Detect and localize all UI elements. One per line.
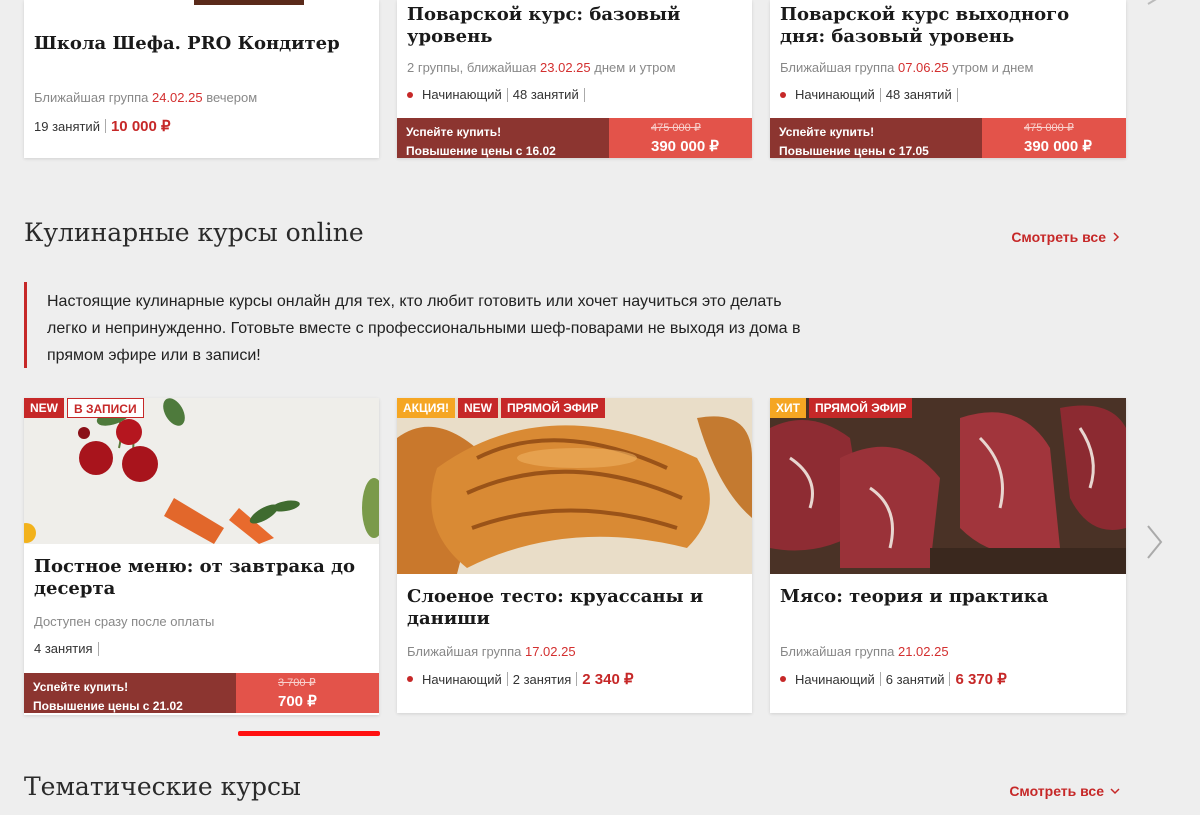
- card-details: Начинающий 2 занятия 2 340 ₽: [407, 670, 634, 688]
- card-title[interactable]: Поварской курс выходного дня: базовый ур…: [780, 4, 1116, 48]
- badge-new: NEW: [458, 398, 499, 418]
- card-availability: Доступен сразу после оплаты: [34, 614, 215, 629]
- card-next-group: 2 группы, ближайшая 23.02.25 днем и утро…: [407, 60, 676, 75]
- course-image-vegetables[interactable]: [24, 398, 379, 544]
- card-next-group: Ближайшая группа 17.02.25: [407, 644, 576, 659]
- course-image-meat[interactable]: [770, 398, 1126, 574]
- lessons-count: 6 занятий: [885, 671, 945, 687]
- section-title-thematic: Тематические курсы: [24, 772, 301, 801]
- price: 700 ₽: [278, 693, 317, 710]
- card-image-strip: [194, 0, 304, 5]
- level-dot-icon: [407, 91, 413, 98]
- old-price: 3 700 ₽: [278, 677, 316, 689]
- section-title-online: Кулинарные курсы online: [24, 218, 364, 247]
- promo-banner: Успейте купить! Повышение цены с 17.05 47…: [770, 118, 1126, 158]
- promo-banner: Успейте купить! Повышение цены с 16.02 47…: [397, 118, 752, 158]
- old-price: 475 000 ₽: [1024, 122, 1074, 134]
- level: Начинающий: [422, 671, 502, 687]
- lessons-count: 2 занятия: [512, 671, 572, 687]
- badge-sale: АКЦИЯ!: [397, 398, 456, 418]
- card-details: Начинающий 6 занятий 6 370 ₽: [780, 670, 1007, 688]
- promo-banner: Успейте купить! Повышение цены с 21.02 3 …: [24, 673, 379, 713]
- card-title[interactable]: Поварской курс: базовый уровень: [407, 4, 742, 48]
- carousel-next-icon[interactable]: [1146, 524, 1164, 565]
- see-all-thematic-link[interactable]: Смотреть все: [1009, 783, 1120, 799]
- level-dot-icon: [407, 676, 413, 682]
- level: Начинающий: [795, 671, 875, 687]
- section-intro: Настоящие кулинарные курсы онлайн для те…: [24, 282, 824, 368]
- course-card-povarskoy-base[interactable]: Поварской курс: базовый уровень 2 группы…: [397, 0, 752, 158]
- course-image-croissants[interactable]: [397, 398, 752, 574]
- price: 390 000 ₽: [651, 138, 719, 155]
- card-title[interactable]: Слоеное тесто: круассаны и даниши: [407, 586, 742, 630]
- badge-hit: ХИТ: [770, 398, 806, 418]
- lessons-count: 48 занятий: [512, 87, 579, 102]
- price: 390 000 ₽: [1024, 138, 1092, 155]
- card-details: 19 занятий 10 000 ₽: [34, 117, 171, 135]
- card-details: 4 занятия: [34, 641, 104, 656]
- card-title[interactable]: Школа Шефа. PRO Кондитер: [34, 33, 369, 55]
- card-title[interactable]: Постное меню: от завтрака до десерта: [34, 556, 369, 600]
- badge-live: ПРЯМОЙ ЭФИР: [808, 398, 913, 418]
- level-dot-icon: [780, 91, 786, 98]
- card-next-group: Ближайшая группа 07.06.25 утром и днем: [780, 60, 1034, 75]
- lessons-count: 48 занятий: [885, 87, 952, 102]
- highlight-underline: [238, 731, 380, 736]
- price: 2 340 ₽: [582, 671, 634, 688]
- badge-live: ПРЯМОЙ ЭФИР: [501, 398, 605, 418]
- card-details: Начинающий 48 занятий: [407, 87, 590, 102]
- course-card-sloenoe-testo[interactable]: АКЦИЯ! NEW ПРЯМОЙ ЭФИР Слоеное тесто: кр…: [397, 398, 752, 713]
- course-card-myaso[interactable]: ХИТ ПРЯМОЙ ЭФИР Мясо: теория и практика …: [770, 398, 1126, 713]
- chevron-right-icon: [1113, 232, 1120, 242]
- lessons-count: 4 занятия: [34, 641, 93, 656]
- course-card-pro-konditer[interactable]: Школа Шефа. PRO Кондитер Ближайшая групп…: [24, 0, 379, 158]
- old-price: 475 000 ₽: [651, 122, 701, 134]
- price: 10 000 ₽: [110, 118, 171, 135]
- card-title[interactable]: Мясо: теория и практика: [780, 586, 1116, 608]
- course-card-postnoe-menu[interactable]: NEW В ЗАПИСИ Постное меню: от завтрака д…: [24, 398, 379, 715]
- level: Начинающий: [422, 87, 502, 102]
- card-details: Начинающий 48 занятий: [780, 87, 963, 102]
- level: Начинающий: [795, 87, 875, 102]
- chevron-down-icon: [1110, 788, 1120, 795]
- level-dot-icon: [780, 676, 786, 682]
- carousel-next-icon[interactable]: [1144, 0, 1164, 15]
- badge-recorded: В ЗАПИСИ: [67, 398, 144, 418]
- card-next-group: Ближайшая группа 21.02.25: [780, 644, 949, 659]
- course-card-povarskoy-weekend[interactable]: Поварской курс выходного дня: базовый ур…: [770, 0, 1126, 158]
- badge-new: NEW: [24, 398, 64, 418]
- price: 6 370 ₽: [955, 671, 1007, 688]
- see-all-online-link[interactable]: Смотреть все: [1011, 229, 1120, 245]
- lessons-count: 19 занятий: [34, 118, 100, 134]
- card-next-group: Ближайшая группа 24.02.25 вечером: [34, 90, 258, 105]
